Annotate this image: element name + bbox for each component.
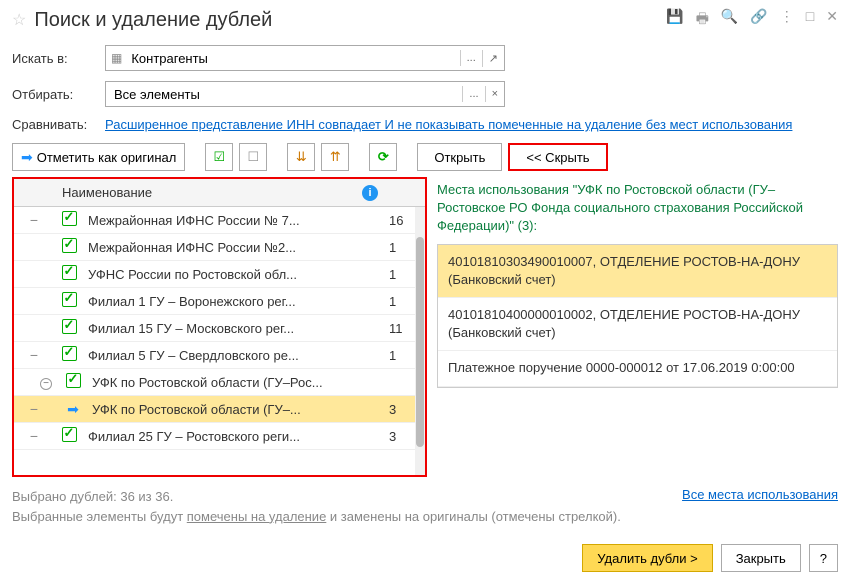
row-name: Филиал 15 ГУ – Московского рег... <box>84 321 385 336</box>
content-area: Наименование i − Межрайонная ИФНС России … <box>0 177 850 477</box>
row-name: Филиал 5 ГУ – Свердловского ре... <box>84 348 385 363</box>
filter-clear-button[interactable]: × <box>485 86 504 102</box>
select-all-button[interactable]: ☑ <box>205 143 233 171</box>
close-button[interactable]: Закрыть <box>721 544 801 572</box>
expand-all-button[interactable]: ⇊ <box>287 143 315 171</box>
search-in-label: Искать в: <box>12 51 97 66</box>
info-icon: i <box>362 185 378 201</box>
maximize-icon[interactable]: □ <box>806 8 814 32</box>
table-row[interactable]: −Межрайонная ИФНС России № 7...16 <box>14 207 425 234</box>
filter-more-button[interactable]: ... <box>462 86 484 102</box>
more-icon[interactable]: ⋮ <box>780 8 794 32</box>
search-in-input-wrap[interactable]: ▦ ... ↗ <box>105 45 505 71</box>
mark-original-label: Отметить как оригинал <box>37 150 177 165</box>
search-icon[interactable]: 🔍 <box>721 8 738 32</box>
deselect-all-button[interactable]: ☐ <box>239 143 267 171</box>
page-title: Поиск и удаление дублей <box>34 9 666 32</box>
usage-title: Места использования "УФК по Ростовской о… <box>437 177 838 244</box>
row-name: Межрайонная ИФНС России № 7... <box>84 213 385 228</box>
compare-row: Сравнивать: Расширенное представление ИН… <box>0 112 850 137</box>
table-row[interactable]: Филиал 1 ГУ – Воронежского рег...1 <box>14 288 425 315</box>
expand-toggle[interactable]: − <box>14 212 54 228</box>
table-row[interactable]: УФНС России по Ростовской обл...1 <box>14 261 425 288</box>
table-row[interactable]: Филиал 15 ГУ – Московского рег...11 <box>14 315 425 342</box>
row-checkbox[interactable]: ➡ <box>54 401 84 418</box>
scrollbar[interactable] <box>415 207 425 475</box>
filter-row: Отбирать: ... × <box>0 76 850 112</box>
search-in-input[interactable] <box>127 51 459 66</box>
row-name: Межрайонная ИФНС России №2... <box>84 240 385 255</box>
usage-item[interactable]: 40101810303490010007, ОТДЕЛЕНИЕ РОСТОВ-Н… <box>438 245 837 298</box>
row-checkbox[interactable] <box>54 292 84 310</box>
usage-item[interactable]: 40101810400000010002, ОТДЕЛЕНИЕ РОСТОВ-Н… <box>438 298 837 351</box>
expand-toggle[interactable]: − <box>14 347 54 363</box>
row-name: Филиал 25 ГУ – Ростовского реги... <box>84 429 385 444</box>
table-row[interactable]: Межрайонная ИФНС России №2...1 <box>14 234 425 261</box>
print-icon[interactable]: 🖶 <box>696 8 709 32</box>
delete-duplicates-button[interactable]: Удалить дубли > <box>582 544 712 572</box>
search-in-open-button[interactable]: ↗ <box>482 50 504 67</box>
footer-note: Выбранные элементы будут помечены на уда… <box>12 507 838 527</box>
save-icon[interactable]: 💾 <box>666 8 683 32</box>
row-name: УФК по Ростовской области (ГУ–Рос... <box>84 375 385 390</box>
row-name: УФНС России по Ростовской обл... <box>84 267 385 282</box>
filter-input-wrap[interactable]: ... × <box>105 81 505 107</box>
open-button[interactable]: Открыть <box>417 143 502 171</box>
compare-label: Сравнивать: <box>12 117 97 132</box>
expand-toggle[interactable]: − <box>14 374 54 390</box>
table-row[interactable]: −Филиал 5 ГУ – Свердловского ре...1 <box>14 342 425 369</box>
row-checkbox[interactable] <box>54 427 84 445</box>
toolbar: ➡ Отметить как оригинал ☑ ☐ ⇊ ⇈ ⟳ Открыт… <box>0 137 850 177</box>
row-checkbox[interactable] <box>54 319 84 337</box>
table-row[interactable]: −Филиал 25 ГУ – Ростовского реги...3 <box>14 423 425 450</box>
header-toolbar: 💾 🖶 🔍 🔗 ⋮ □ ✕ <box>666 8 838 32</box>
grid-header-name[interactable]: Наименование <box>54 185 355 200</box>
help-button[interactable]: ? <box>809 544 838 572</box>
expand-toggle[interactable]: − <box>14 401 54 417</box>
compare-link[interactable]: Расширенное представление ИНН совпадает … <box>105 117 792 132</box>
footer: Все места использования Выбрано дублей: … <box>0 479 850 534</box>
window-header: ☆ Поиск и удаление дублей 💾 🖶 🔍 🔗 ⋮ □ ✕ <box>0 0 850 40</box>
mark-deletion-link[interactable]: помечены на удаление <box>187 509 327 524</box>
row-checkbox[interactable] <box>54 346 84 364</box>
grid-header: Наименование i <box>14 179 425 207</box>
row-checkbox[interactable] <box>54 373 84 391</box>
original-arrow-icon: ➡ <box>67 401 79 417</box>
filter-input[interactable] <box>106 87 462 102</box>
row-checkbox[interactable] <box>54 265 84 283</box>
link-icon[interactable]: 🔗 <box>750 8 767 32</box>
favorite-star-icon[interactable]: ☆ <box>12 10 26 30</box>
usage-panel: Места использования "УФК по Ростовской о… <box>437 177 838 477</box>
search-in-more-button[interactable]: ... <box>460 50 482 66</box>
search-in-row: Искать в: ▦ ... ↗ <box>0 40 850 76</box>
table-row[interactable]: −➡УФК по Ростовской области (ГУ–...3 <box>14 396 425 423</box>
row-name: Филиал 1 ГУ – Воронежского рег... <box>84 294 385 309</box>
hide-button[interactable]: << Скрыть <box>508 143 607 171</box>
duplicates-grid-panel: Наименование i − Межрайонная ИФНС России … <box>12 177 427 477</box>
filter-label: Отбирать: <box>12 87 97 102</box>
action-bar: Удалить дубли > Закрыть ? <box>582 544 838 572</box>
table-icon: ▦ <box>106 51 127 65</box>
row-name: УФК по Ростовской области (ГУ–... <box>84 402 385 417</box>
expand-toggle[interactable]: − <box>14 428 54 444</box>
usage-item[interactable]: Платежное поручение 0000-000012 от 17.06… <box>438 351 837 386</box>
row-checkbox[interactable] <box>54 211 84 229</box>
arrow-right-icon: ➡ <box>21 149 33 166</box>
all-usage-link[interactable]: Все места использования <box>682 487 838 502</box>
usage-list: 40101810303490010007, ОТДЕЛЕНИЕ РОСТОВ-Н… <box>437 244 838 388</box>
mark-original-button[interactable]: ➡ Отметить как оригинал <box>12 143 185 171</box>
table-row[interactable]: − УФК по Ростовской области (ГУ–Рос... <box>14 369 425 396</box>
grid-body[interactable]: −Межрайонная ИФНС России № 7...16Межрайо… <box>14 207 425 475</box>
duplicates-grid: Наименование i − Межрайонная ИФНС России … <box>14 179 425 475</box>
refresh-button[interactable]: ⟳ <box>369 143 397 171</box>
collapse-all-button[interactable]: ⇈ <box>321 143 349 171</box>
close-icon[interactable]: ✕ <box>826 8 838 32</box>
scrollbar-thumb[interactable] <box>416 237 424 447</box>
row-checkbox[interactable] <box>54 238 84 256</box>
